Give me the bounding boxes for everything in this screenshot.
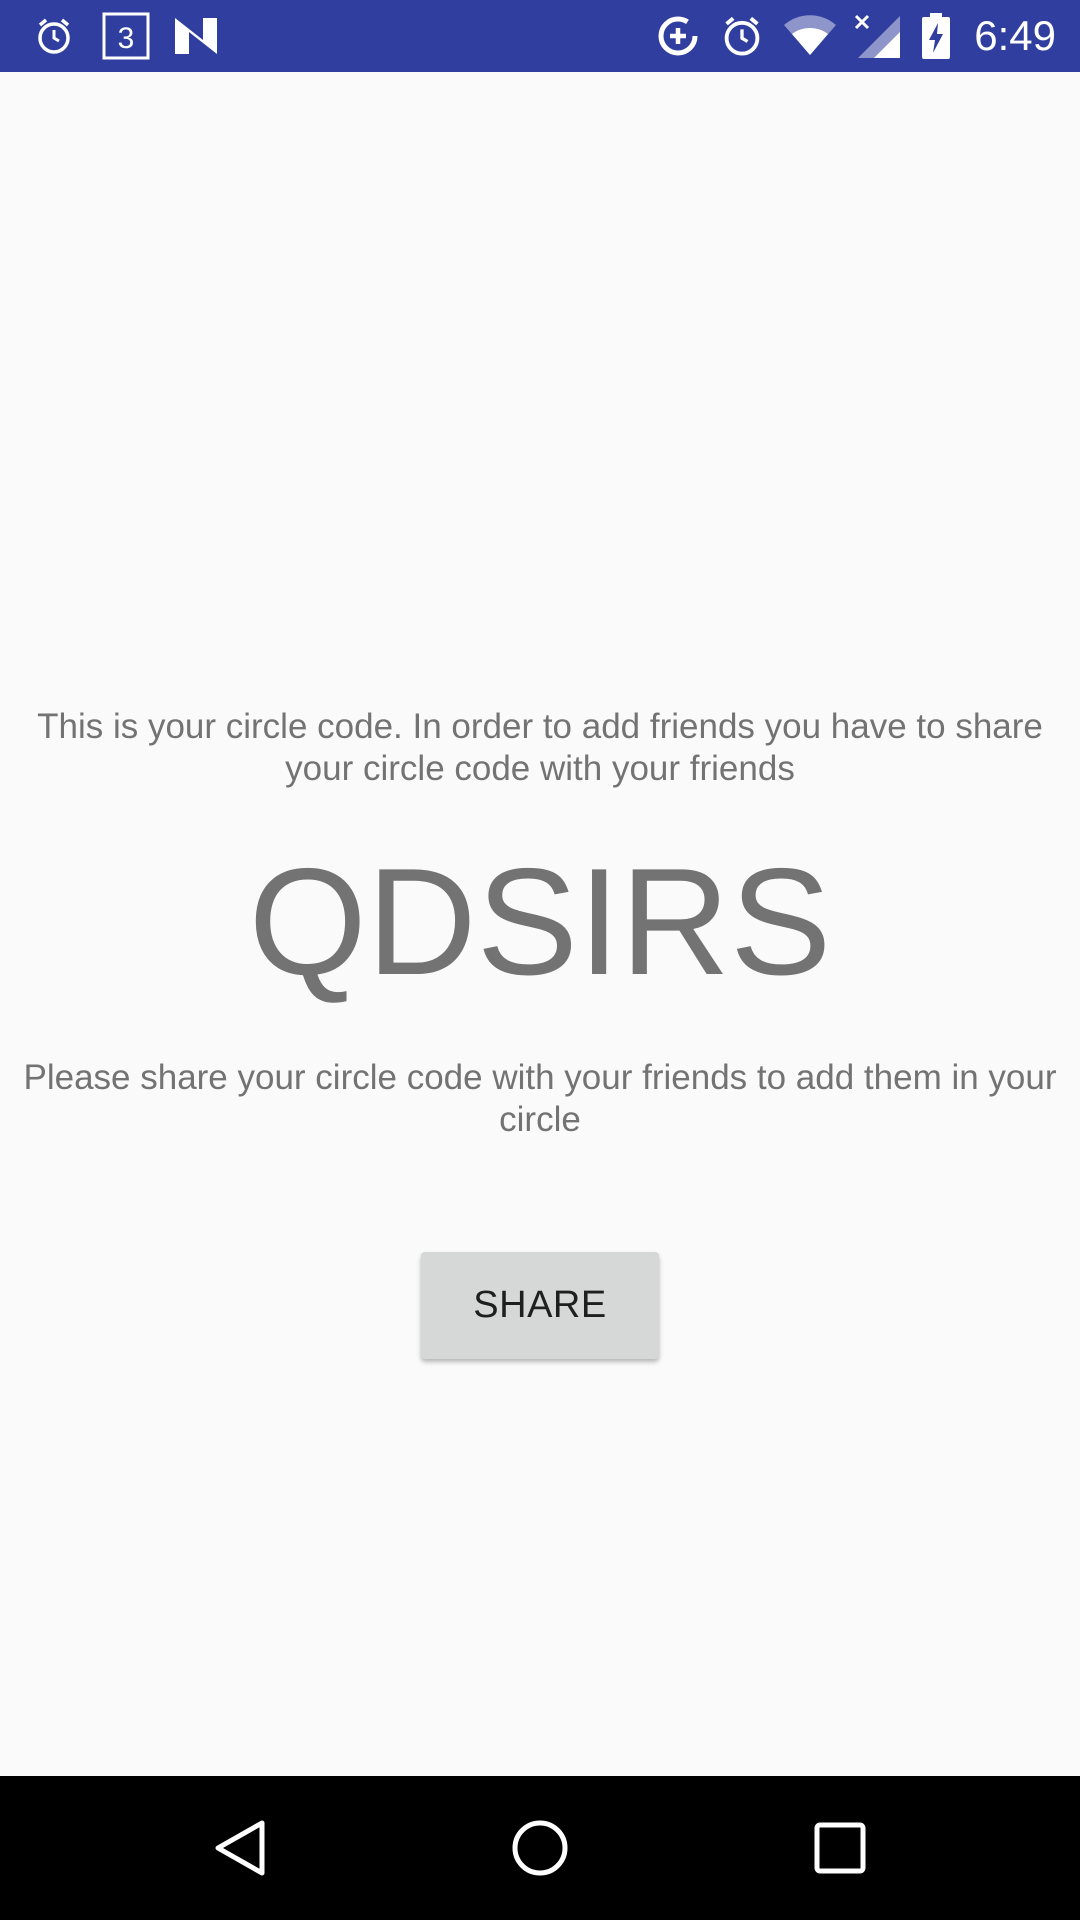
- signal-no-data-icon: [850, 0, 904, 72]
- status-bar: 3 6:49: [0, 0, 1080, 72]
- circle-code: QDSIRS: [248, 837, 832, 1007]
- screen: 3 6:49 This is your circle code. In orde…: [0, 0, 1080, 1920]
- recents-icon: [814, 1822, 866, 1874]
- back-icon: [215, 1820, 265, 1876]
- home-button[interactable]: [468, 1776, 612, 1920]
- back-button[interactable]: [168, 1776, 312, 1920]
- circle-code-screen: This is your circle code. In order to ad…: [0, 72, 1080, 1776]
- svg-text:3: 3: [118, 22, 135, 55]
- alarm-icon: [718, 0, 766, 72]
- recents-button[interactable]: [768, 1776, 912, 1920]
- data-saver-icon: [654, 0, 702, 72]
- navigation-bar: [0, 1776, 1080, 1920]
- share-instructions: Please share your circle code with your …: [23, 1058, 1057, 1139]
- calendar-3-icon: 3: [101, 0, 151, 72]
- n-app-icon: [172, 0, 220, 72]
- intro-text: This is your circle code. In order to ad…: [37, 707, 1043, 788]
- battery-charging-icon: [916, 0, 956, 72]
- wifi-icon: [782, 0, 838, 72]
- share-button[interactable]: SHARE: [421, 1252, 659, 1359]
- status-time: 6:49: [974, 12, 1056, 59]
- home-icon: [512, 1820, 568, 1876]
- alarm-icon: [30, 0, 78, 72]
